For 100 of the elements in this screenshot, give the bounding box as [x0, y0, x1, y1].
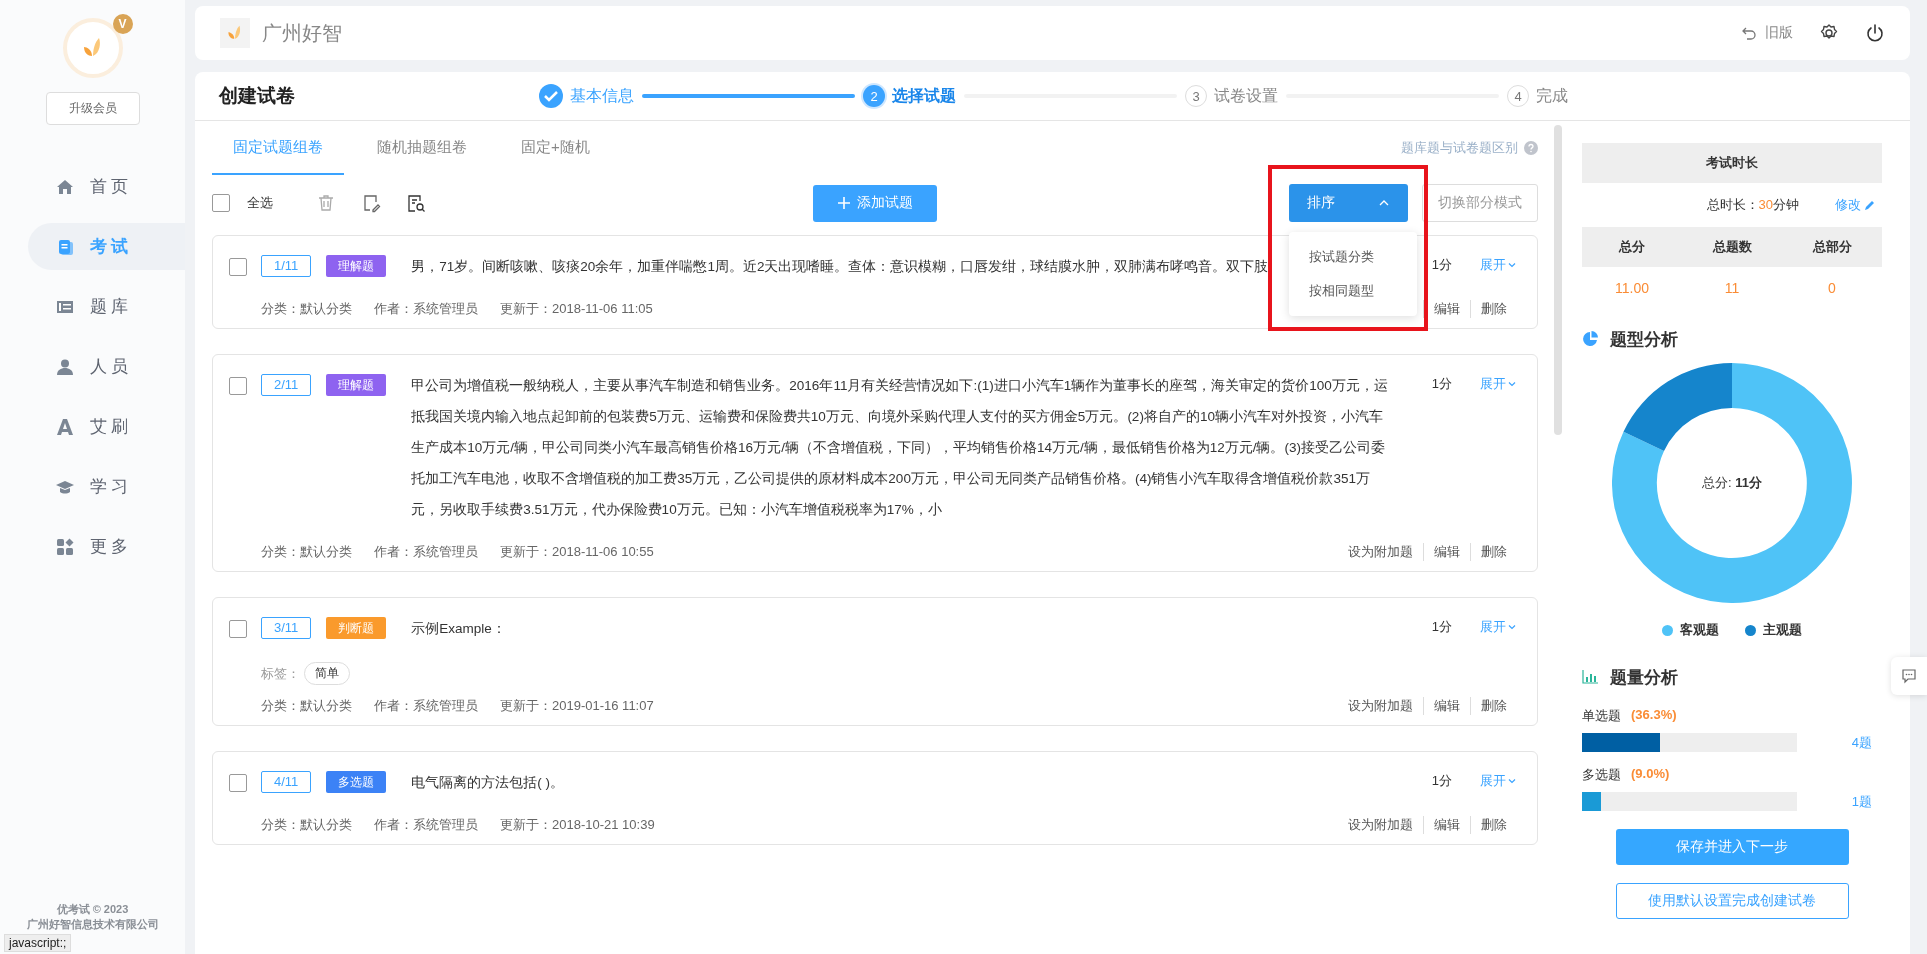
- column-header: 总题数: [1711, 238, 1753, 256]
- question-text: 示例Example：: [411, 620, 506, 638]
- action-link[interactable]: 删除: [1470, 816, 1517, 834]
- stat-value: 11.00: [1614, 280, 1650, 296]
- tags-label: 标签：: [261, 664, 300, 683]
- question-checkbox[interactable]: [229, 377, 247, 395]
- type-label: 单选题: [1582, 707, 1621, 725]
- logo-icon: [220, 18, 250, 48]
- action-link[interactable]: 删除: [1470, 300, 1517, 318]
- pencil-icon: [1864, 199, 1876, 211]
- meta-text: 分类：默认分类: [261, 816, 352, 834]
- copyright-text: 广州好智信息技术有限公司: [26, 917, 159, 932]
- chevron-down-icon: [1507, 622, 1517, 632]
- power-icon[interactable]: [1865, 23, 1885, 43]
- upgrade-button[interactable]: 升级会员: [45, 92, 140, 125]
- meta-text: 更新于：2019-01-16 11:07: [500, 697, 654, 715]
- question-checkbox[interactable]: [229, 258, 247, 276]
- question-type-tag: 理解题: [326, 374, 387, 396]
- score-text: 1分: [1431, 375, 1452, 393]
- chart-center-label: 总分: 11分: [1702, 474, 1762, 492]
- letter-icon: [56, 417, 74, 436]
- column-header: 总分: [1617, 238, 1646, 256]
- chat-button[interactable]: [1891, 657, 1927, 695]
- home-icon: [56, 177, 74, 196]
- edit-document-icon[interactable]: [361, 193, 381, 213]
- meta-text: 作者：系统管理员: [374, 816, 478, 834]
- question-number: 1/11: [261, 255, 312, 277]
- step-label: 选择试题: [892, 85, 956, 106]
- sort-option[interactable]: 按相同题型: [1289, 274, 1417, 308]
- nav-item[interactable]: 人员: [28, 343, 185, 390]
- trash-icon[interactable]: [316, 193, 336, 213]
- action-link[interactable]: 编辑: [1423, 816, 1470, 834]
- question-number: 3/11: [261, 617, 312, 639]
- percent-text: (9.0%): [1631, 766, 1670, 783]
- question-text: 电气隔离的方法包括( )。: [411, 774, 565, 792]
- chevron-down-icon: [1507, 776, 1517, 786]
- document-search-icon[interactable]: [406, 193, 426, 213]
- action-link[interactable]: 设为附加题: [1338, 816, 1423, 834]
- duration-title: 考试时长: [1706, 154, 1758, 172]
- status-url: javascript:;: [4, 934, 72, 952]
- scrollbar[interactable]: [1554, 125, 1562, 435]
- meta-text: 更新于：2018-10-21 10:39: [500, 816, 655, 834]
- stat-value: 0: [1827, 280, 1837, 296]
- select-all-checkbox[interactable]: [212, 194, 230, 212]
- percent-text: (36.3%): [1631, 707, 1677, 724]
- chevron-down-icon: [1507, 260, 1517, 270]
- nav-item[interactable]: 艾刷: [28, 403, 185, 450]
- meta-text: 更新于：2018-11-06 10:55: [500, 543, 654, 561]
- question-type-tag: 理解题: [326, 255, 387, 277]
- action-link[interactable]: 设为附加题: [1338, 697, 1423, 715]
- nav-item[interactable]: 题库: [28, 283, 185, 330]
- meta-text: 分类：默认分类: [261, 300, 352, 318]
- action-link[interactable]: 编辑: [1423, 697, 1470, 715]
- nav-item[interactable]: 首页: [28, 163, 185, 210]
- question-type-tag: 多选题: [326, 771, 387, 793]
- stat-value: 11: [1723, 280, 1741, 296]
- section-title: 题型分析: [1610, 328, 1678, 351]
- legend-label: 主观题: [1763, 621, 1802, 639]
- step-number: 2: [863, 85, 885, 107]
- action-link[interactable]: 编辑: [1423, 543, 1470, 561]
- document-icon: [56, 237, 74, 256]
- brand-name: 广州好智: [262, 20, 342, 46]
- plus-icon: [837, 196, 851, 210]
- undo-icon: [1741, 25, 1757, 41]
- section-title: 题量分析: [1610, 666, 1678, 689]
- copyright-text: 优考试 © 2023: [55, 902, 130, 917]
- action-link[interactable]: 删除: [1470, 697, 1517, 715]
- nav-item[interactable]: 更多: [28, 523, 185, 570]
- action-link[interactable]: 设为附加题: [1338, 543, 1423, 561]
- type-label: 多选题: [1582, 766, 1621, 784]
- meta-text: 作者：系统管理员: [374, 697, 478, 715]
- old-version-link[interactable]: 旧版: [1741, 24, 1793, 42]
- duration-text: 总时长：30分钟: [1706, 196, 1799, 214]
- score-text: 1分: [1431, 256, 1452, 274]
- sort-option[interactable]: 按试题分类: [1289, 240, 1417, 274]
- grid-icon: [56, 537, 74, 556]
- question-text: 甲公司为增值税一般纳税人，主要从事汽车制造和销售业务。2016年11月有关经营情况如下:(1)进口小汽车1辆作为董事长的座驾，海关审定的货价100万元，运抵我国关境内输入地点起卸前的包装费5万元、运输费和保险费共10万元、向境外采购代理人支付的买方佣金5万元。(2)将自产的10辆小汽车对外投资，小汽车生产成本10万元/辆，甲公司同类小汽车最高销售价格16万元/辆（不含增值税，下同），平均销售价格14万元/辆，最低销售价格为12万元/辆。(3)接受乙公司委托加工汽车电池，收取不含增值税的加工费35万元，乙公司提供的原材料成本200万元，甲公司无同类产品销售价格。(4)销售小汽车取得含增值税价款351万元，另收取手续费3.51万元，代办保险费10万元。已知：小汽车增值税税率为17%，小: [411, 377, 1389, 519]
- score-text: 1分: [1431, 618, 1452, 636]
- step-label: 试卷设置: [1214, 85, 1278, 106]
- nav-item[interactable]: 学习: [28, 463, 185, 510]
- meta-text: 分类：默认分类: [261, 697, 352, 715]
- action-link[interactable]: 编辑: [1423, 300, 1470, 318]
- count-text: 1题: [1851, 792, 1872, 811]
- chat-icon: [1901, 668, 1917, 684]
- select-all-label: 全选: [247, 194, 273, 212]
- sort-dropdown[interactable]: 排序: [1289, 184, 1408, 222]
- step-label: 完成: [1536, 85, 1568, 106]
- page-title: 创建试卷: [219, 84, 296, 108]
- question-checkbox[interactable]: [229, 774, 247, 792]
- bar-chart-icon: [1582, 670, 1598, 684]
- meta-text: 更新于：2018-11-06 11:05: [500, 300, 653, 318]
- column-header: 总部分: [1811, 238, 1853, 256]
- question-number: 4/11: [261, 771, 312, 793]
- tab[interactable]: 随机抽题组卷: [356, 121, 488, 175]
- pie-chart-icon: [1582, 331, 1598, 347]
- action-link[interactable]: 删除: [1470, 543, 1517, 561]
- score-text: 1分: [1431, 772, 1452, 790]
- meta-text: 作者：系统管理员: [374, 543, 478, 561]
- tab[interactable]: 固定+随机: [500, 121, 611, 175]
- question-checkbox[interactable]: [229, 620, 247, 638]
